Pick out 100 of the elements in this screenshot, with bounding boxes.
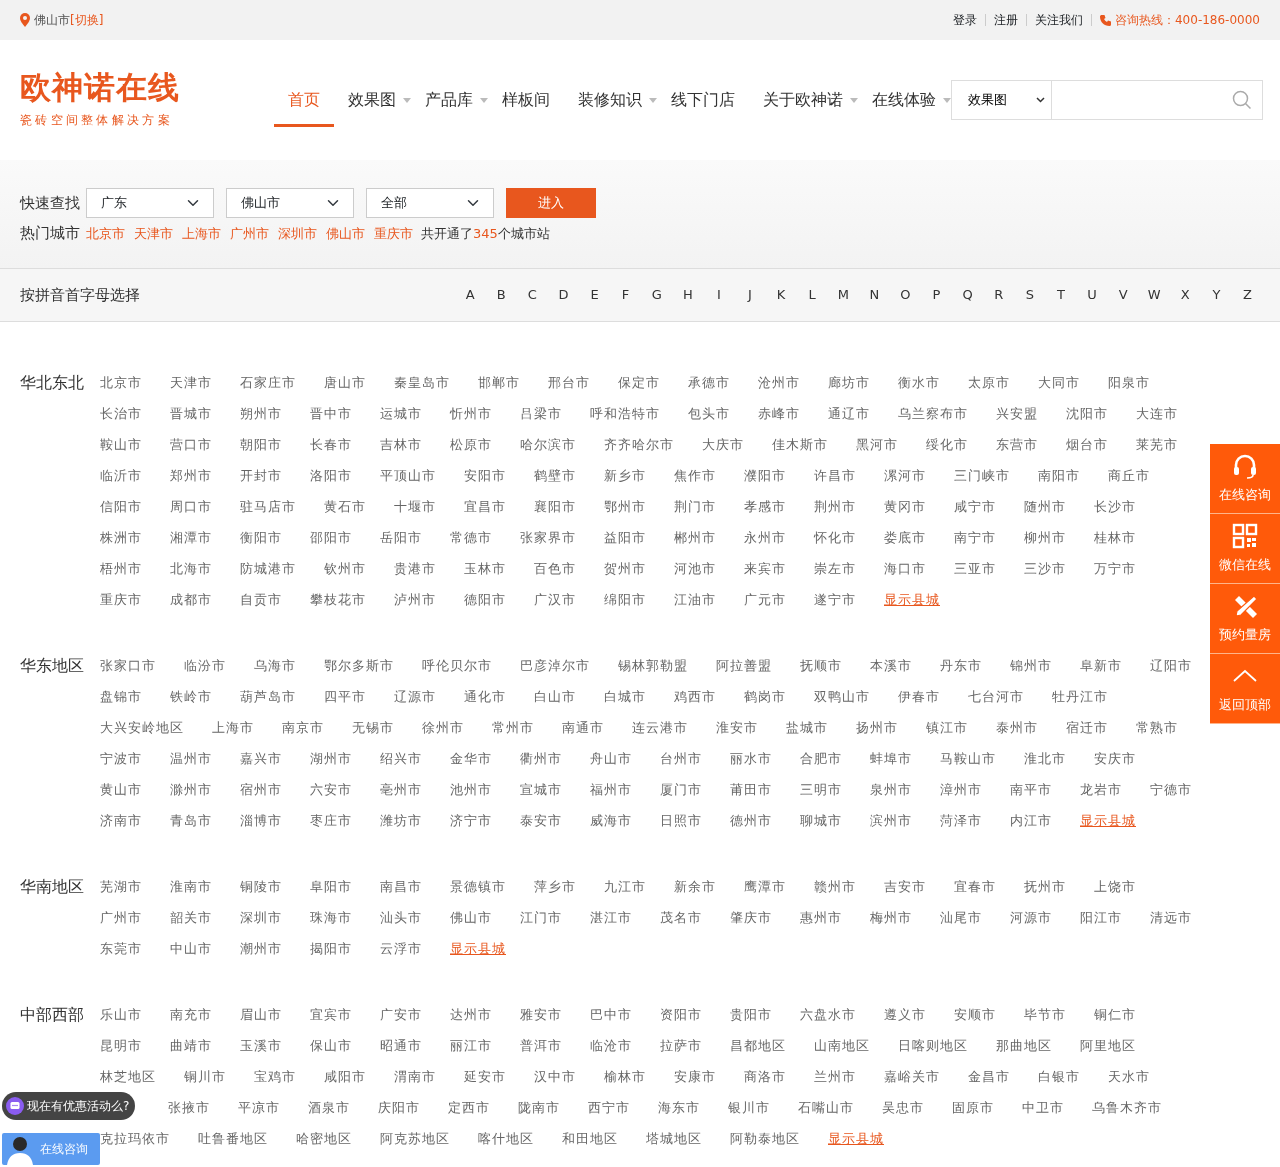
city-link[interactable]: 德阳市 (464, 584, 506, 615)
city-link[interactable]: 白山市 (534, 681, 576, 712)
city-link[interactable]: 黄石市 (324, 491, 366, 522)
city-link[interactable]: 马鞍山市 (940, 743, 996, 774)
letter-link[interactable]: D (547, 285, 579, 305)
city-link[interactable]: 黄冈市 (884, 491, 926, 522)
city-link[interactable]: 鄂尔多斯市 (324, 650, 394, 681)
city-link[interactable]: 海口市 (884, 553, 926, 584)
city-link[interactable]: 烟台市 (1066, 429, 1108, 460)
city-link[interactable]: 黑河市 (856, 429, 898, 460)
topbar-link[interactable]: 注册 (986, 14, 1027, 26)
city-link[interactable]: 汕尾市 (940, 902, 982, 933)
hot-city-link[interactable]: 重庆市 (374, 223, 413, 243)
city-link[interactable]: 保山市 (310, 1030, 352, 1061)
city-link[interactable]: 贺州市 (604, 553, 646, 584)
city-link[interactable]: 阿勒泰地区 (730, 1123, 800, 1154)
city-link[interactable]: 潍坊市 (380, 805, 422, 836)
city-link[interactable]: 鸡西市 (674, 681, 716, 712)
city-link[interactable]: 辽源市 (394, 681, 436, 712)
city-link[interactable]: 郑州市 (170, 460, 212, 491)
city-link[interactable]: 漳州市 (940, 774, 982, 805)
hot-city-link[interactable]: 广州市 (230, 223, 269, 243)
city-link[interactable]: 济南市 (100, 805, 142, 836)
letter-link[interactable]: S (1014, 285, 1046, 305)
city-link[interactable]: 珠海市 (310, 902, 352, 933)
city-link[interactable]: 贵阳市 (730, 999, 772, 1030)
city-link[interactable]: 毕节市 (1024, 999, 1066, 1030)
city-link[interactable]: 宜宾市 (310, 999, 352, 1030)
city-link[interactable]: 大连市 (1136, 398, 1178, 429)
city-link[interactable]: 鹤岗市 (744, 681, 786, 712)
city-link[interactable]: 抚州市 (1024, 871, 1066, 902)
city-link[interactable]: 厦门市 (660, 774, 702, 805)
city-link[interactable]: 金华市 (450, 743, 492, 774)
city-link[interactable]: 攀枝花市 (310, 584, 366, 615)
city-link[interactable]: 沈阳市 (1066, 398, 1108, 429)
city-link[interactable]: 柳州市 (1024, 522, 1066, 553)
city-link[interactable]: 青岛市 (170, 805, 212, 836)
city-link[interactable]: 莱芜市 (1136, 429, 1178, 460)
city-link[interactable]: 商丘市 (1108, 460, 1150, 491)
city-link[interactable]: 广元市 (744, 584, 786, 615)
city-link[interactable]: 吉安市 (884, 871, 926, 902)
city-link[interactable]: 齐齐哈尔市 (604, 429, 674, 460)
nav-item[interactable]: 首页 (274, 76, 334, 127)
city-link[interactable]: 商洛市 (744, 1061, 786, 1092)
switch-city-link[interactable]: [切换] (70, 11, 104, 29)
city-link[interactable]: 长治市 (100, 398, 142, 429)
city-link[interactable]: 聊城市 (800, 805, 842, 836)
city-link[interactable]: 安阳市 (464, 460, 506, 491)
city-link[interactable]: 铜仁市 (1094, 999, 1136, 1030)
city-link[interactable]: 雅安市 (520, 999, 562, 1030)
city-link[interactable]: 山南地区 (814, 1030, 870, 1061)
region-select[interactable]: 广东 (86, 188, 214, 218)
city-link[interactable]: 唐山市 (324, 367, 366, 398)
city-link[interactable]: 固原市 (952, 1092, 995, 1123)
city-link[interactable]: 沧州市 (758, 367, 800, 398)
city-link[interactable]: 株洲市 (100, 522, 142, 553)
city-link[interactable]: 三明市 (800, 774, 842, 805)
letter-link[interactable]: L (796, 285, 828, 305)
city-link[interactable]: 西宁市 (588, 1092, 631, 1123)
city-link[interactable]: 南阳市 (1038, 460, 1080, 491)
city-link[interactable]: 池州市 (450, 774, 492, 805)
letter-link[interactable]: T (1045, 285, 1077, 305)
city-link[interactable]: 泸州市 (394, 584, 436, 615)
city-link[interactable]: 崇左市 (814, 553, 856, 584)
city-link[interactable]: 益阳市 (604, 522, 646, 553)
city-link[interactable]: 白城市 (604, 681, 646, 712)
city-link[interactable]: 辽阳市 (1150, 650, 1192, 681)
city-link[interactable]: 忻州市 (450, 398, 492, 429)
city-link[interactable]: 常州市 (492, 712, 534, 743)
city-link[interactable]: 万宁市 (1094, 553, 1136, 584)
city-link[interactable]: 锡林郭勒盟 (618, 650, 688, 681)
city-link[interactable]: 安庆市 (1094, 743, 1136, 774)
city-link[interactable]: 保定市 (618, 367, 660, 398)
city-link[interactable]: 广汉市 (534, 584, 576, 615)
city-link[interactable]: 滁州市 (170, 774, 212, 805)
region-select[interactable]: 全部 (366, 188, 494, 218)
city-link[interactable]: 南平市 (1010, 774, 1052, 805)
city-link[interactable]: 延安市 (464, 1061, 506, 1092)
city-link[interactable]: 丽水市 (730, 743, 772, 774)
city-link[interactable]: 云浮市 (380, 933, 422, 964)
topbar-link[interactable]: 登录 (945, 14, 986, 26)
city-link[interactable]: 赣州市 (814, 871, 856, 902)
city-link[interactable]: 台州市 (660, 743, 702, 774)
promo-bubble[interactable]: 现在有优惠活动么? (2, 1092, 136, 1120)
city-link[interactable]: 铜川市 (184, 1061, 226, 1092)
city-link[interactable]: 开封市 (240, 460, 282, 491)
letter-link[interactable]: A (454, 285, 486, 305)
hot-city-link[interactable]: 深圳市 (278, 223, 317, 243)
show-counties-link[interactable]: 显示县城 (884, 584, 940, 615)
city-link[interactable]: 钦州市 (324, 553, 366, 584)
city-link[interactable]: 湛江市 (590, 902, 632, 933)
region-select[interactable]: 佛山市 (226, 188, 354, 218)
city-link[interactable]: 萍乡市 (534, 871, 576, 902)
city-link[interactable]: 吕梁市 (520, 398, 562, 429)
city-link[interactable]: 揭阳市 (310, 933, 352, 964)
city-link[interactable]: 北京市 (100, 367, 142, 398)
city-link[interactable]: 常熟市 (1136, 712, 1178, 743)
city-link[interactable]: 大同市 (1038, 367, 1080, 398)
city-link[interactable]: 普洱市 (520, 1030, 562, 1061)
letter-link[interactable]: Y (1200, 285, 1232, 305)
